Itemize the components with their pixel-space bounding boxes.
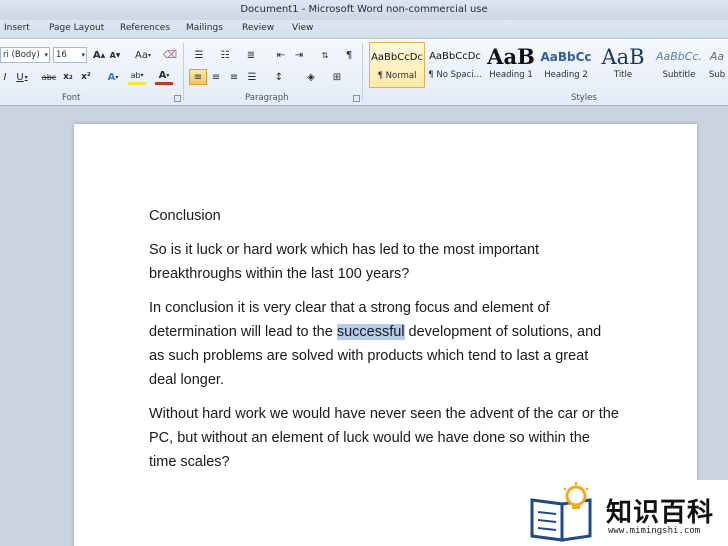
bullets-button[interactable]: ☰ [190,47,208,63]
paragraph-dialog-launcher-icon[interactable] [353,95,360,102]
font-size-combo[interactable]: 16 ▾ [53,47,87,63]
style-heading-2[interactable]: AaBbCc Heading 2 [538,42,594,88]
pilcrow-icon: ¶ [345,49,353,61]
increase-indent-button[interactable]: ⇥ [290,47,308,63]
clear-format-icon: ⌫ [162,49,178,61]
chevron-down-icon: ▾ [44,51,48,59]
paragraph-3[interactable]: Without hard work we would have never se… [149,402,619,474]
superscript-button[interactable]: x² [77,69,95,85]
grow-font-icon: A [92,49,101,61]
font-name-combo[interactable]: ri (Body) ▾ [0,47,50,63]
shrink-font-button[interactable]: A ▼ [106,47,124,63]
italic-icon: I [3,71,7,83]
change-case-button[interactable]: Aa ▾ [132,47,154,63]
underline-button[interactable]: U ▾ [13,69,31,85]
multilevel-list-icon: ≣ [246,49,256,61]
justify-icon: ☰ [247,71,257,83]
font-color-button[interactable]: A ▾ [155,69,173,85]
align-center-icon: ≡ [211,71,221,83]
style-normal[interactable]: AaBbCcDc ¶ Normal [369,42,425,88]
paragraph-group-label: Paragraph [245,93,289,103]
line-spacing-icon: ↕ [274,71,284,83]
font-name-value: ri (Body) [3,50,40,60]
change-case-icon: Aa [135,49,148,61]
window-title: Document1 - Microsoft Word non-commercia… [240,4,488,15]
borders-icon: ⊞ [332,71,342,83]
group-divider [183,43,184,101]
highlighter-icon: ab [130,71,141,80]
style-subtitle[interactable]: AaBbCc. Subtitle [651,42,707,88]
strikethrough-button[interactable]: abc [40,69,58,85]
italic-button[interactable]: I [0,69,14,85]
tab-page-layout[interactable]: Page Layout [49,23,104,33]
styles-group-label: Styles [571,93,597,103]
chevron-down-icon: ▾ [81,51,85,59]
book-lightbulb-icon [530,482,592,542]
style-heading-1[interactable]: AaB Heading 1 [483,42,539,88]
align-right-button[interactable]: ≡ [225,69,243,85]
highlight-button[interactable]: ab ▾ [128,69,146,85]
tab-review[interactable]: Review [242,23,274,33]
subscript-button[interactable]: x₂ [59,69,77,85]
style-subtle-emphasis[interactable]: Aa Sub [706,42,728,88]
selected-text[interactable]: successful [336,324,405,340]
decrease-indent-button[interactable]: ⇤ [272,47,290,63]
document-body[interactable]: Conclusion So is it luck or hard work wh… [149,204,619,484]
font-color-icon: A [158,70,167,81]
font-size-value: 16 [56,50,67,60]
underline-icon: U [16,71,24,83]
bullet-list-icon: ☰ [194,49,204,61]
tab-mailings[interactable]: Mailings [186,23,223,33]
tab-view[interactable]: View [292,23,313,33]
document-heading[interactable]: Conclusion [149,204,619,228]
title-bar: Document1 - Microsoft Word non-commercia… [0,0,728,20]
font-group-label: Font [62,93,81,103]
justify-button[interactable]: ☰ [243,69,261,85]
paragraph-2[interactable]: In conclusion it is very clear that a st… [149,296,619,392]
sort-icon: ⇅ [321,50,329,60]
increase-indent-icon: ⇥ [294,49,304,61]
text-effects-button[interactable]: A ▾ [104,69,122,85]
ribbon-tabs: Insert Page Layout References Mailings R… [0,20,728,38]
tab-references[interactable]: References [120,23,170,33]
line-spacing-button[interactable]: ↕ [270,69,288,85]
align-left-button[interactable]: ≡ [189,69,207,85]
align-center-button[interactable]: ≡ [207,69,225,85]
watermark-url: www.mimingshi.com [608,526,701,536]
sort-button[interactable]: ⇅ [316,47,334,63]
paint-bucket-icon: ◈ [307,71,315,83]
watermark-logo: 知识百科 www.mimingshi.com [520,480,728,546]
paragraph-1[interactable]: So is it luck or hard work which has led… [149,238,619,286]
styles-gallery: AaBbCcDc ¶ Normal AaBbCcDc ¶ No Spaci...… [366,42,728,90]
show-formatting-button[interactable]: ¶ [340,47,358,63]
text-effects-icon: A [107,71,116,83]
style-title[interactable]: AaB Title [595,42,651,88]
subscript-icon: x₂ [63,72,73,82]
shading-button[interactable]: ◈ [302,69,320,85]
watermark-text: 知识百科 [606,498,715,528]
align-right-icon: ≡ [229,71,239,83]
numbered-list-icon: ☷ [220,49,230,61]
align-left-icon: ≡ [193,71,203,83]
style-no-spacing[interactable]: AaBbCcDc ¶ No Spaci... [427,42,483,88]
group-divider [362,43,363,101]
borders-button[interactable]: ⊞ [328,69,346,85]
clear-format-button[interactable]: ⌫ [161,47,179,63]
font-dialog-launcher-icon[interactable] [174,95,181,102]
decrease-indent-icon: ⇤ [276,49,286,61]
strikethrough-icon: abc [41,72,57,82]
numbering-button[interactable]: ☷ [216,47,234,63]
multilevel-list-button[interactable]: ≣ [242,47,260,63]
tab-insert[interactable]: Insert [4,23,30,33]
superscript-icon: x² [81,72,91,82]
